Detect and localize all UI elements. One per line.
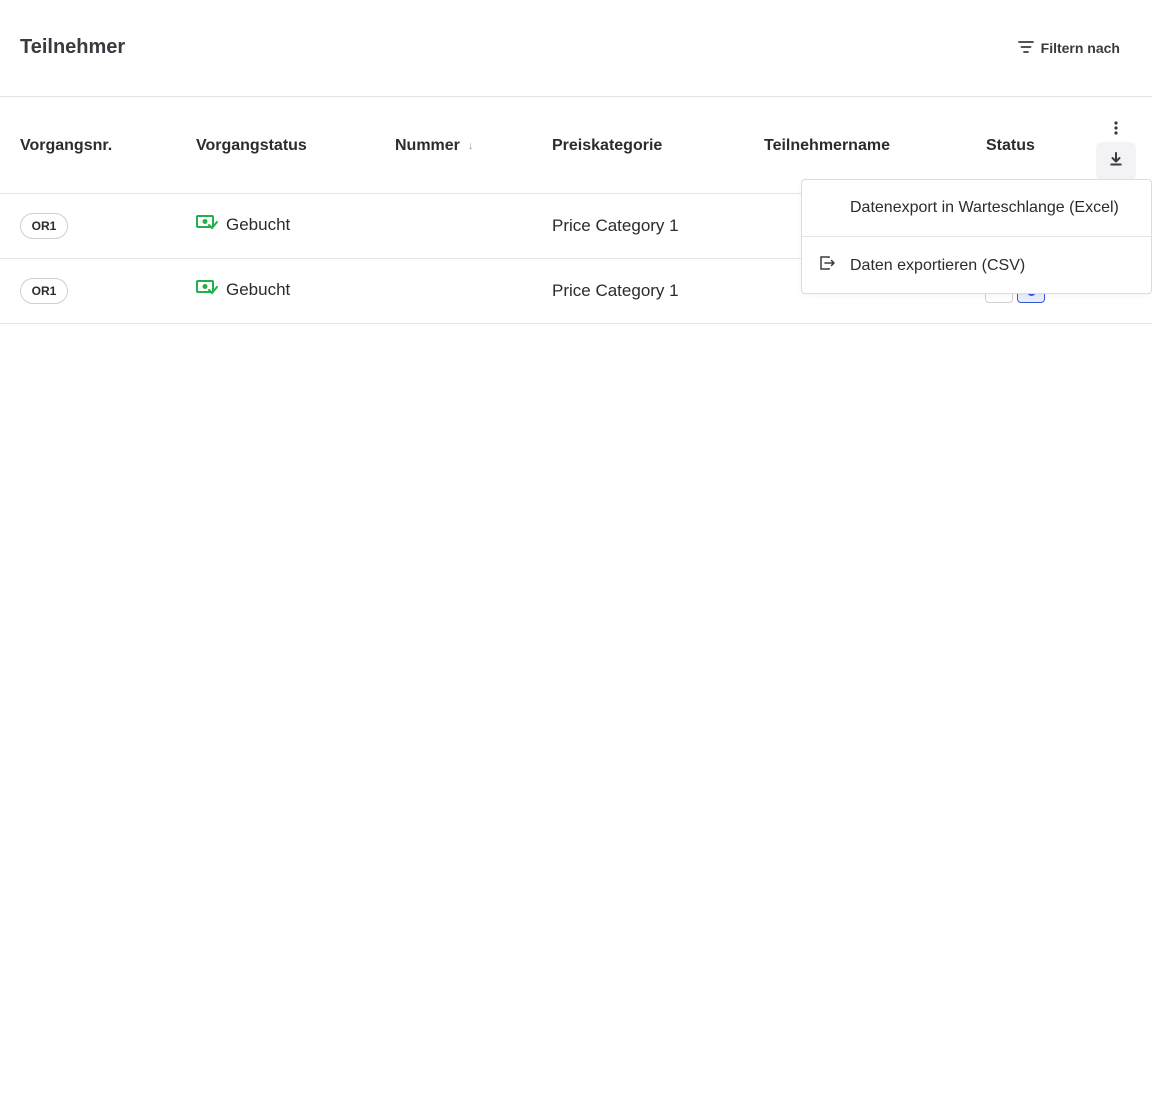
column-header-status[interactable]: Status xyxy=(986,137,1035,155)
menu-item-export-excel[interactable]: Datenexport in Warteschlange (Excel) xyxy=(802,180,1152,237)
price-category: Price Category 1 xyxy=(552,281,679,300)
export-dropdown-menu: Datenexport in Warteschlange (Excel) Dat… xyxy=(801,179,1152,294)
column-header-label: Status xyxy=(986,137,1035,154)
filter-button[interactable]: Filtern nach xyxy=(1017,36,1120,60)
export-icon xyxy=(818,254,836,277)
column-header-nummer[interactable]: Nummer ↓ xyxy=(395,137,473,155)
order-number-badge[interactable]: OR1 xyxy=(20,278,68,304)
column-header-label: Vorgangsnr. xyxy=(20,137,113,154)
money-check-icon xyxy=(196,279,218,300)
booking-status: Gebucht xyxy=(196,279,290,300)
sort-descending-icon: ↓ xyxy=(467,140,474,152)
column-header-label: Vorgangstatus xyxy=(196,137,307,154)
price-category: Price Category 1 xyxy=(552,216,679,235)
column-header-label: Preiskategorie xyxy=(552,137,663,154)
money-check-icon xyxy=(196,214,218,235)
column-header-teilnehmername[interactable]: Teilnehmername xyxy=(764,137,890,155)
column-header-vorgangstatus[interactable]: Vorgangstatus xyxy=(196,137,307,155)
download-button[interactable] xyxy=(1096,142,1136,180)
column-options-button[interactable] xyxy=(1104,119,1128,141)
menu-item-label: Datenexport in Warteschlange (Excel) xyxy=(850,199,1119,216)
filter-button-label: Filtern nach xyxy=(1040,40,1120,56)
booking-status-label: Gebucht xyxy=(226,279,291,299)
more-vertical-icon xyxy=(1114,120,1118,140)
order-number-badge[interactable]: OR1 xyxy=(20,213,68,239)
column-header-preiskategorie[interactable]: Preiskategorie xyxy=(552,137,662,155)
column-header-vorgangsnr[interactable]: Vorgangsnr. xyxy=(20,137,112,155)
column-header-label: Nummer xyxy=(395,137,460,154)
download-icon xyxy=(1108,151,1124,172)
filter-icon xyxy=(1017,38,1035,59)
menu-item-label: Daten exportieren (CSV) xyxy=(850,256,1026,274)
menu-item-export-csv[interactable]: Daten exportieren (CSV) xyxy=(802,237,1152,294)
booking-status-label: Gebucht xyxy=(226,214,291,234)
column-header-label: Teilnehmername xyxy=(764,137,890,154)
page-header: Teilnehmer Filtern nach xyxy=(0,0,1152,97)
booking-status: Gebucht xyxy=(196,214,290,235)
page-title: Teilnehmer xyxy=(20,36,126,58)
